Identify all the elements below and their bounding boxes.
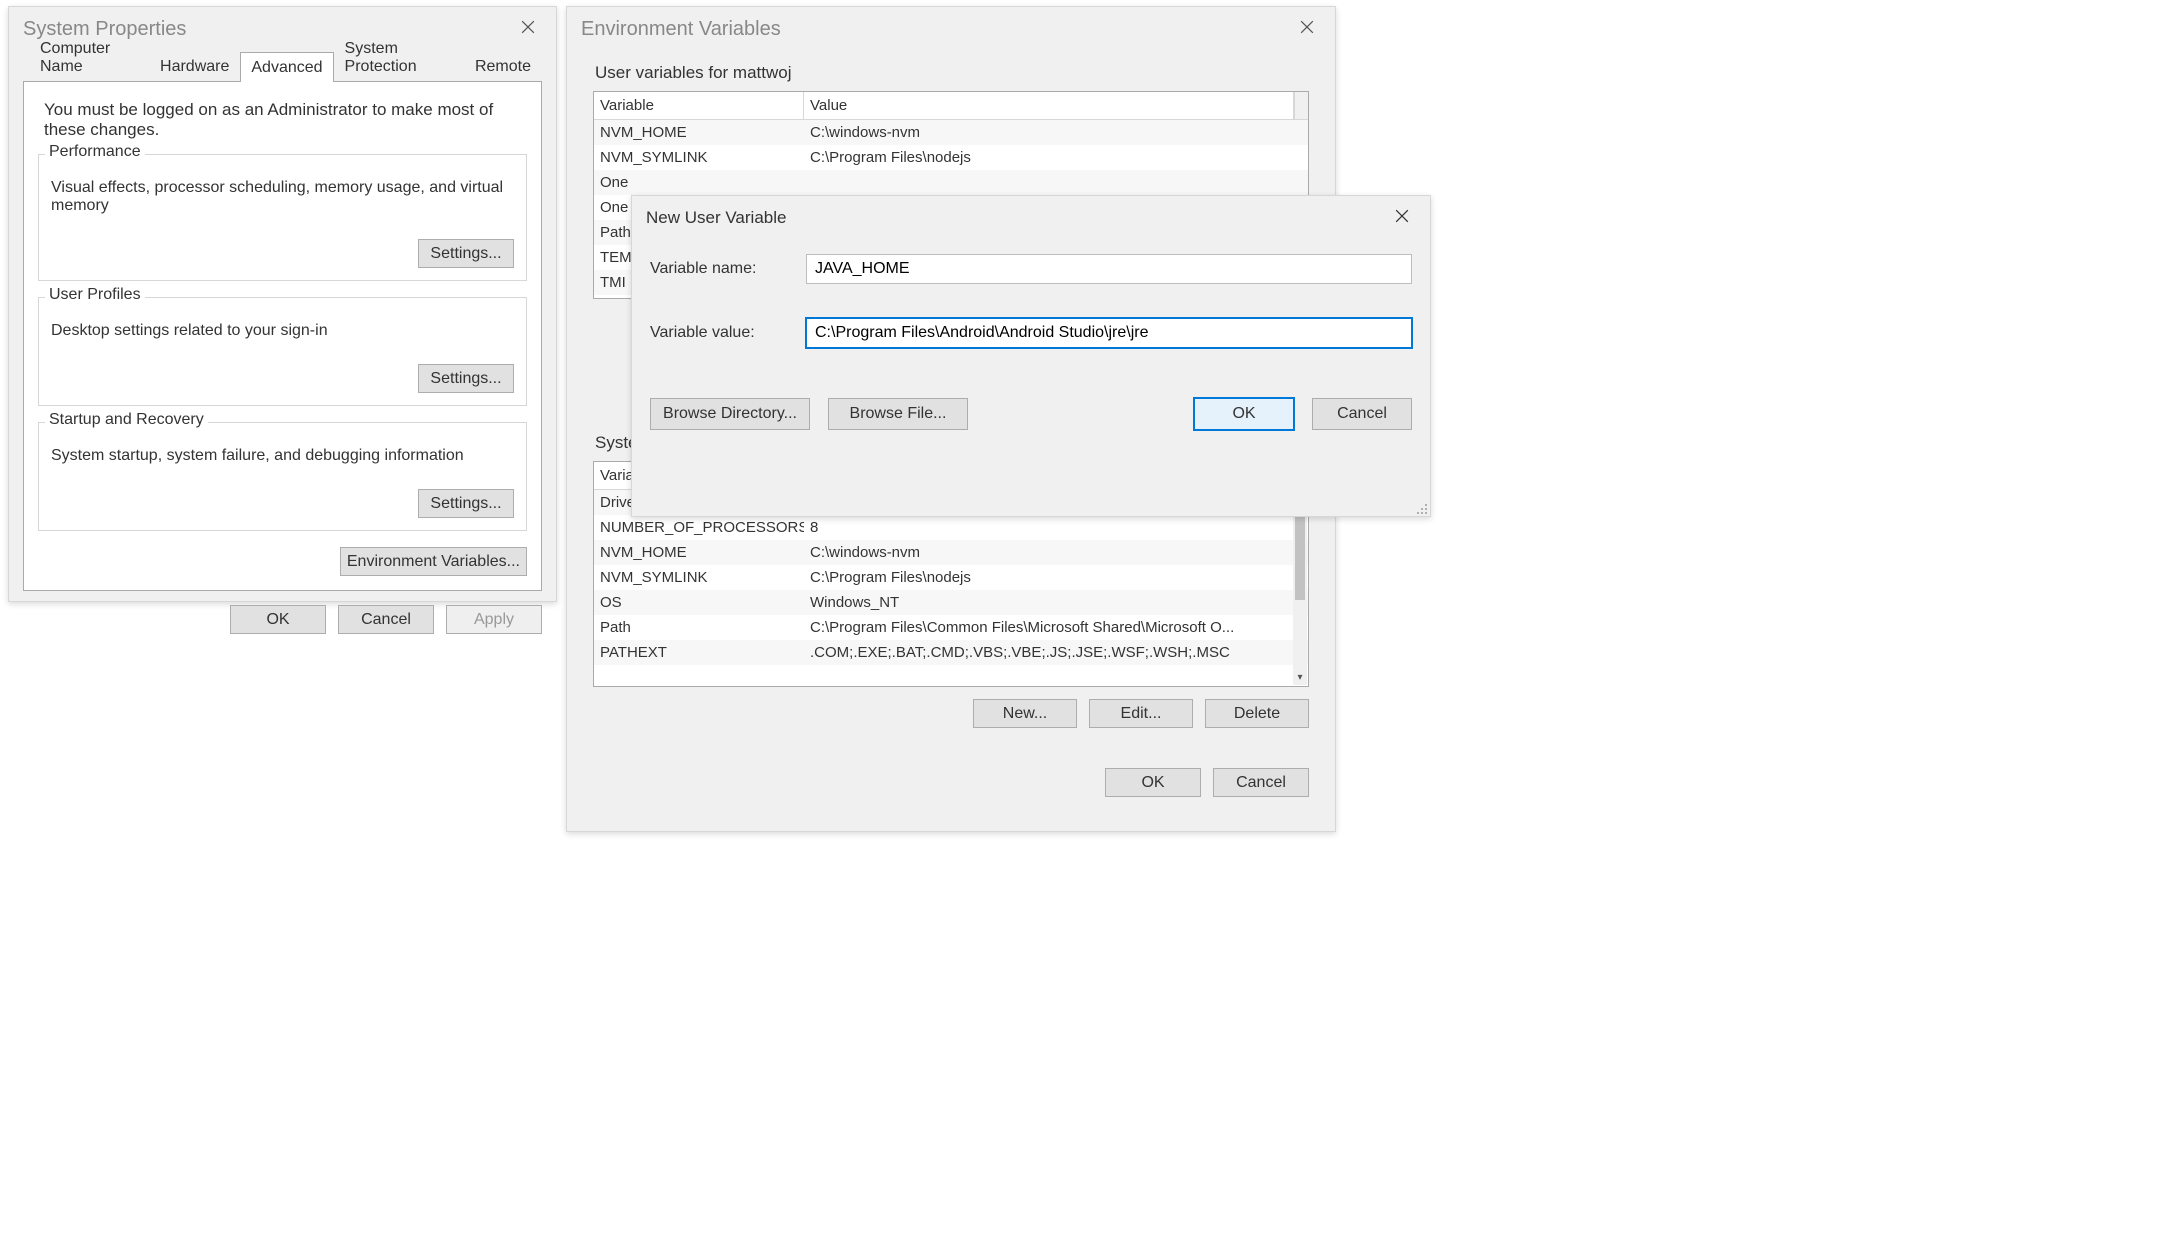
titlebar[interactable]: Environment Variables — [567, 7, 1335, 49]
cell-variable: OS — [594, 594, 804, 611]
new-user-variable-dialog: New User Variable Variable name: Variabl… — [631, 195, 1431, 517]
settings-button-performance[interactable]: Settings... — [418, 239, 514, 268]
cell-variable: NVM_SYMLINK — [594, 149, 804, 166]
chevron-down-icon[interactable]: ▾ — [1293, 669, 1307, 685]
cancel-button[interactable]: Cancel — [1312, 398, 1412, 430]
group-performance: Performance Visual effects, processor sc… — [38, 154, 527, 281]
close-icon[interactable] — [518, 17, 542, 41]
table-row[interactable]: OSWindows_NT — [594, 590, 1308, 615]
titlebar[interactable]: New User Variable — [632, 196, 1430, 232]
tab-computer-name[interactable]: Computer Name — [29, 33, 149, 81]
scrollbar[interactable] — [1294, 92, 1308, 119]
table-row[interactable]: NVM_HOMEC:\windows-nvm — [594, 540, 1308, 565]
table-row[interactable]: PathC:\Program Files\Common Files\Micros… — [594, 615, 1308, 640]
table-row[interactable]: NVM_HOMEC:\windows-nvm — [594, 120, 1308, 145]
edit-button-system[interactable]: Edit... — [1089, 699, 1193, 728]
desc-startup-recovery: System startup, system failure, and debu… — [51, 447, 514, 465]
variable-value-label: Variable value: — [650, 324, 806, 342]
delete-button-system[interactable]: Delete — [1205, 699, 1309, 728]
col-variable[interactable]: Variable — [594, 92, 804, 119]
col-value[interactable]: Value — [804, 92, 1294, 119]
desc-user-profiles: Desktop settings related to your sign-in — [51, 322, 514, 340]
apply-button[interactable]: Apply — [446, 605, 542, 634]
scrollbar-thumb[interactable] — [1295, 510, 1305, 600]
cell-value: C:\Program Files\Common Files\Microsoft … — [804, 619, 1294, 636]
window-title: Environment Variables — [581, 18, 781, 41]
variable-name-label: Variable name: — [650, 260, 806, 278]
cell-value: Windows_NT — [804, 594, 1294, 611]
cell-variable: NUMBER_OF_PROCESSORS — [594, 519, 804, 536]
environment-variables-button[interactable]: Environment Variables... — [340, 547, 527, 576]
tab-advanced[interactable]: Advanced — [240, 52, 333, 82]
cell-variable: One — [594, 174, 804, 191]
legend-user-profiles: User Profiles — [45, 286, 145, 304]
table-row[interactable]: One — [594, 170, 1308, 195]
cell-variable: NVM_HOME — [594, 124, 804, 141]
cell-variable: Path — [594, 619, 804, 636]
browse-file-button[interactable]: Browse File... — [828, 398, 968, 430]
ok-button[interactable]: OK — [1194, 398, 1294, 430]
cancel-button[interactable]: Cancel — [338, 605, 434, 634]
group-startup-recovery: Startup and Recovery System startup, sys… — [38, 422, 527, 531]
desc-performance: Visual effects, processor scheduling, me… — [51, 179, 514, 215]
table-row[interactable]: NVM_SYMLINKC:\Program Files\nodejs — [594, 565, 1308, 590]
cell-variable: NVM_SYMLINK — [594, 569, 804, 586]
tab-page-advanced: You must be logged on as an Administrato… — [23, 81, 542, 591]
admin-note: You must be logged on as an Administrato… — [44, 100, 521, 140]
table-row[interactable]: NVM_SYMLINKC:\Program Files\nodejs — [594, 145, 1308, 170]
cell-value: .COM;.EXE;.BAT;.CMD;.VBS;.VBE;.JS;.JSE;.… — [804, 644, 1294, 661]
group-user-profiles: User Profiles Desktop settings related t… — [38, 297, 527, 406]
table-row[interactable]: PATHEXT.COM;.EXE;.BAT;.CMD;.VBS;.VBE;.JS… — [594, 640, 1308, 665]
settings-button-startup-recovery[interactable]: Settings... — [418, 489, 514, 518]
cell-value: C:\Program Files\nodejs — [804, 149, 1294, 166]
close-icon[interactable] — [1392, 206, 1416, 230]
cell-variable: NVM_HOME — [594, 544, 804, 561]
resize-grip-icon[interactable] — [1414, 500, 1428, 514]
tab-remote[interactable]: Remote — [464, 51, 542, 81]
system-properties-window: System Properties Computer Name Hardware… — [8, 6, 557, 602]
new-button-system[interactable]: New... — [973, 699, 1077, 728]
cell-value: C:\windows-nvm — [804, 544, 1294, 561]
tab-hardware[interactable]: Hardware — [149, 51, 240, 81]
scrollbar[interactable]: ▴ ▾ — [1293, 492, 1307, 685]
ok-button[interactable]: OK — [230, 605, 326, 634]
cancel-button[interactable]: Cancel — [1213, 768, 1309, 797]
legend-startup-recovery: Startup and Recovery — [45, 411, 208, 429]
variable-value-input[interactable] — [806, 318, 1412, 348]
variable-name-input[interactable] — [806, 254, 1412, 284]
close-icon[interactable] — [1297, 17, 1321, 41]
table-row[interactable]: NUMBER_OF_PROCESSORS8 — [594, 515, 1308, 540]
cell-value: 8 — [804, 519, 1294, 536]
settings-button-user-profiles[interactable]: Settings... — [418, 364, 514, 393]
tabstrip: Computer Name Hardware Advanced System P… — [23, 49, 542, 81]
cell-variable: PATHEXT — [594, 644, 804, 661]
cell-value: C:\windows-nvm — [804, 124, 1294, 141]
window-title: New User Variable — [646, 208, 786, 228]
ok-button[interactable]: OK — [1105, 768, 1201, 797]
browse-directory-button[interactable]: Browse Directory... — [650, 398, 810, 430]
cell-value: C:\Program Files\nodejs — [804, 569, 1294, 586]
tab-system-protection[interactable]: System Protection — [334, 33, 464, 81]
legend-performance: Performance — [45, 143, 145, 161]
user-vars-label: User variables for mattwoj — [595, 63, 1309, 83]
